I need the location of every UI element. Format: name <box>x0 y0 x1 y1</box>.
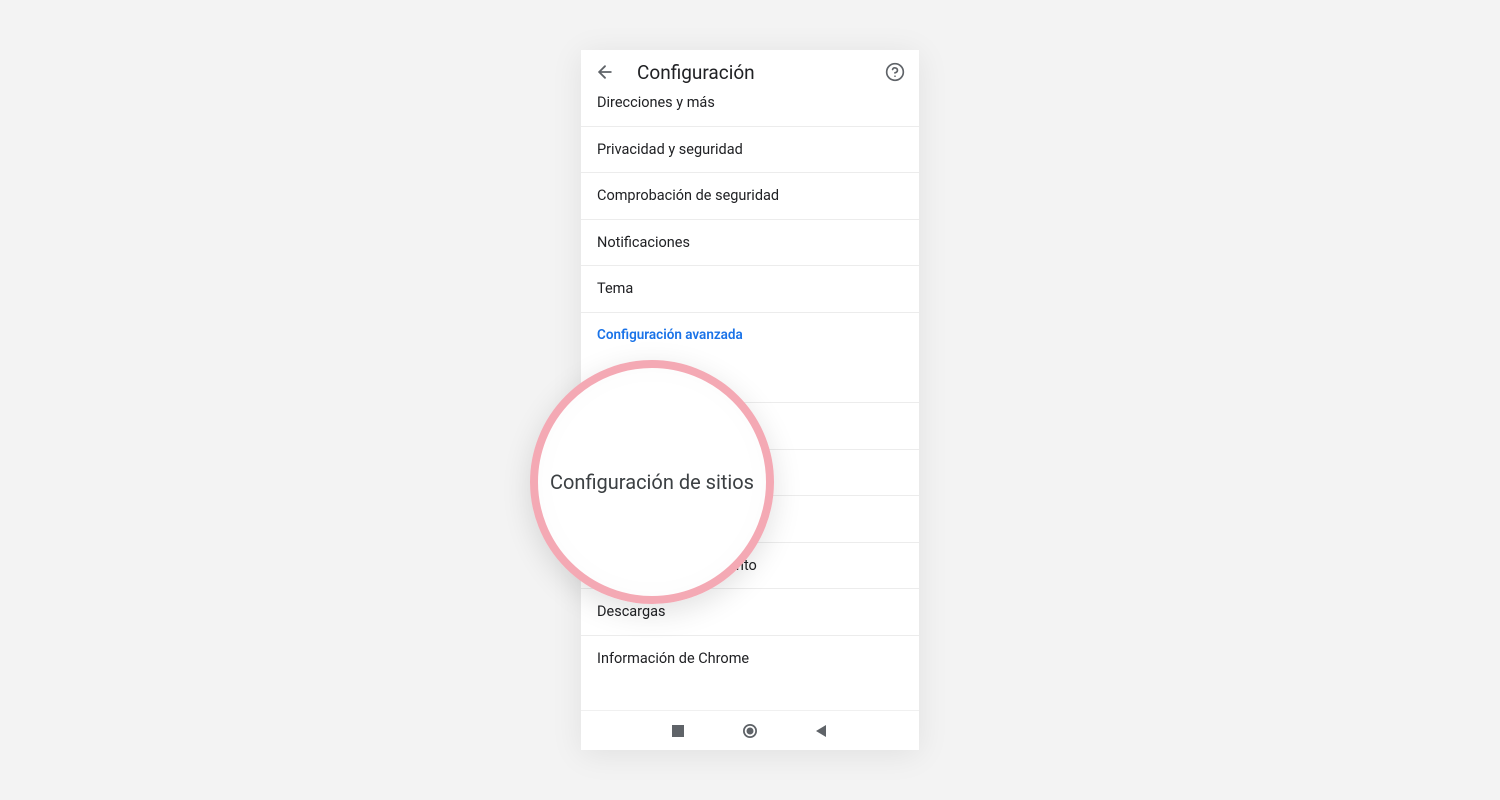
settings-item-label: Direcciones y más <box>597 94 715 111</box>
settings-item-label: Tema <box>597 280 633 297</box>
settings-item-addresses[interactable]: Direcciones y más <box>581 94 919 127</box>
settings-item-privacy[interactable]: Privacidad y seguridad <box>581 127 919 174</box>
help-button[interactable] <box>883 60 907 84</box>
settings-item-notifications[interactable]: Notificaciones <box>581 220 919 267</box>
settings-item-theme[interactable]: Tema <box>581 266 919 313</box>
circle-icon <box>743 723 757 739</box>
section-header-advanced: Configuración avanzada <box>581 313 919 357</box>
settings-item-label: Descargas <box>597 603 665 620</box>
settings-item-label: Privacidad y seguridad <box>597 141 743 158</box>
page-title: Configuración <box>637 61 883 84</box>
nav-home-button[interactable] <box>743 724 757 738</box>
settings-item-safety-check[interactable]: Comprobación de seguridad <box>581 173 919 220</box>
triangle-left-icon <box>816 725 828 737</box>
nav-recent-button[interactable] <box>671 724 685 738</box>
settings-item-about-chrome[interactable]: Información de Chrome <box>581 636 919 683</box>
square-icon <box>672 725 684 737</box>
arrow-left-icon <box>595 62 615 82</box>
nav-back-button[interactable] <box>815 724 829 738</box>
magnifier-text: Configuración de sitios <box>550 470 754 494</box>
magnifier-callout: Configuración de sitios <box>530 360 774 604</box>
android-nav-bar <box>581 710 919 750</box>
back-button[interactable] <box>593 60 617 84</box>
help-circle-icon <box>885 62 905 82</box>
section-header-label: Configuración avanzada <box>597 327 743 343</box>
app-bar: Configuración <box>581 50 919 94</box>
settings-item-label: Comprobación de seguridad <box>597 187 779 204</box>
settings-item-label: Notificaciones <box>597 234 690 251</box>
settings-item-label: Información de Chrome <box>597 650 749 667</box>
